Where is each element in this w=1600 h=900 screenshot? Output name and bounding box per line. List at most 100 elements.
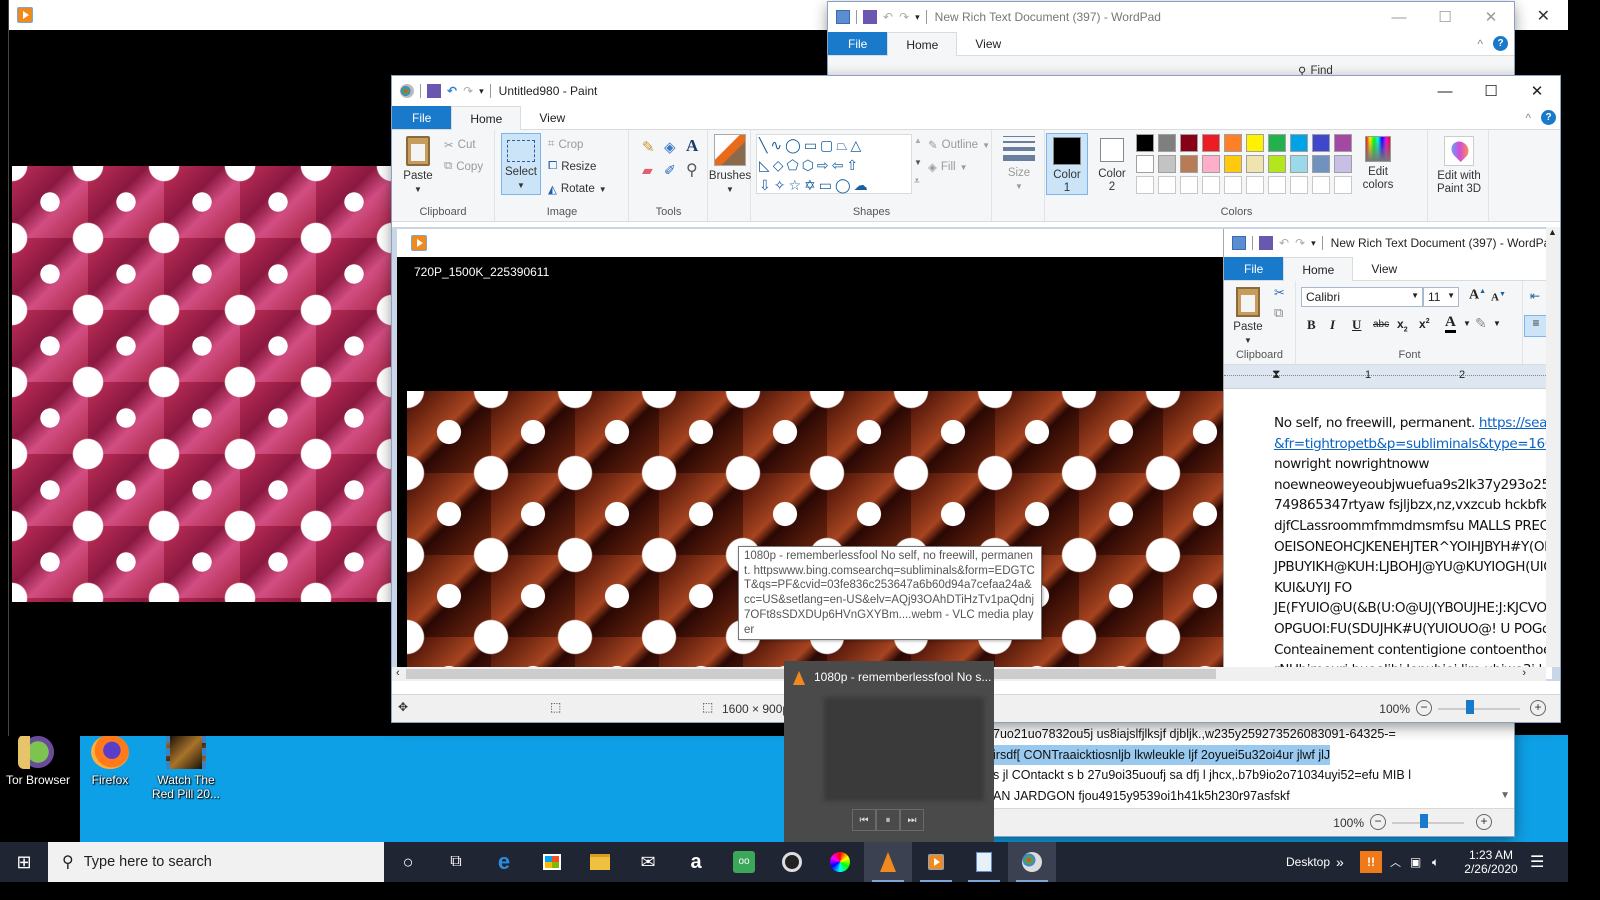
tab-view[interactable]: View <box>521 106 583 129</box>
copy-icon[interactable]: ⧉ <box>1274 305 1283 321</box>
align-left-icon[interactable]: ≡ <box>1524 315 1548 337</box>
palette-custom-swatch[interactable] <box>1246 176 1264 194</box>
help-icon[interactable]: ? <box>1541 110 1556 125</box>
palette-custom-swatch[interactable] <box>1268 176 1286 194</box>
shapes-row[interactable]: ╲∿◯▭▢⏢△ <box>759 135 911 155</box>
select-button[interactable]: Select ▼ <box>501 133 541 195</box>
close-button[interactable]: ✕ <box>1468 2 1514 32</box>
grow-font-icon[interactable]: A▲ <box>1469 287 1486 304</box>
minimize-button[interactable]: — <box>1376 2 1422 32</box>
taskbar-mail[interactable]: ✉ <box>624 842 672 882</box>
taskbar-paint[interactable] <box>1008 842 1056 882</box>
vlc-titlebar[interactable] <box>9 0 840 30</box>
action-center[interactable]: ☰ <box>1530 842 1544 882</box>
undo-icon[interactable]: ↶ <box>883 10 893 24</box>
outline-button[interactable]: ✎ Outline ▼ <box>928 138 990 152</box>
maximize-button[interactable]: ☐ <box>1468 76 1514 106</box>
palette-color-swatch[interactable] <box>1246 134 1264 152</box>
save-icon[interactable] <box>1259 236 1273 250</box>
redo-icon[interactable]: ↷ <box>899 10 909 24</box>
doc-hyperlink[interactable]: https://sea <box>1479 415 1548 431</box>
taskbar-color-app[interactable] <box>816 842 864 882</box>
minimize-button[interactable]: — <box>1422 76 1468 106</box>
toolbar-expand[interactable]: » <box>1336 842 1344 882</box>
zoom-in-button[interactable]: + <box>1476 814 1492 830</box>
tab-file[interactable]: File <box>1224 257 1284 280</box>
indent-marker-icon[interactable]: ⧗ <box>1272 367 1280 382</box>
indent-icon[interactable]: ⇤ <box>1530 289 1540 303</box>
palette-color-swatch[interactable] <box>1202 155 1220 173</box>
desktop-icon-tor-browser[interactable]: Tor Browser <box>0 735 76 787</box>
eraser-icon[interactable]: ▰ <box>642 162 653 179</box>
edit-colors-button[interactable]: Edit colors <box>1358 136 1398 192</box>
fill-bucket-icon[interactable]: ◈ <box>664 138 676 156</box>
maximize-button[interactable]: ☐ <box>1422 2 1468 32</box>
scroll-right-icon[interactable]: › <box>1522 667 1526 679</box>
scroll-down-icon[interactable]: ▼ <box>914 158 922 167</box>
qat-dropdown-icon[interactable]: ▾ <box>915 12 920 23</box>
wordpad-back-titlebar[interactable]: ↶ ↷ ▾ New Rich Text Document (397) - Wor… <box>828 2 1514 32</box>
palette-color-swatch[interactable] <box>1158 155 1176 173</box>
save-icon[interactable] <box>863 10 877 24</box>
palette-color-swatch[interactable] <box>1158 134 1176 152</box>
vlc-taskbar-thumbnail[interactable]: 1080p - rememberlessfool No s... ⏮ ⏸ ⏭ <box>784 661 994 842</box>
palette-color-swatch[interactable] <box>1312 155 1330 173</box>
superscript-icon[interactable]: x2 <box>1419 317 1430 331</box>
show-hidden-icons[interactable]: ︿ <box>1390 842 1401 882</box>
subscript-icon[interactable]: x2 <box>1397 317 1408 333</box>
shrink-font-icon[interactable]: A▼ <box>1491 290 1506 304</box>
paste-button[interactable]: Paste ▼ <box>1228 287 1268 347</box>
italic-icon[interactable]: I <box>1330 317 1335 333</box>
tab-view[interactable]: View <box>1353 257 1415 280</box>
tab-home[interactable]: Home <box>451 106 522 130</box>
tab-file[interactable]: File <box>392 106 452 129</box>
palette-color-swatch[interactable] <box>1290 134 1308 152</box>
save-icon[interactable] <box>427 84 441 98</box>
doc-hyperlink[interactable]: &fr=tightropetb&p=subliminals&type=16659 <box>1274 436 1552 452</box>
crop-button[interactable]: ⌗ Crop <box>548 138 583 151</box>
pencil-icon[interactable]: ✎ <box>642 138 655 156</box>
shapes-gallery[interactable]: ╲∿◯▭▢⏢△ ◺◇⬠⬡⇨⇦⇧ ⇩✧☆✡▭◯☁ <box>756 134 912 194</box>
palette-color-swatch[interactable] <box>1312 134 1330 152</box>
paste-button[interactable]: Paste ▼ <box>398 136 438 196</box>
taskbar-tripadvisor[interactable]: oo <box>720 842 768 882</box>
edit-with-paint3d-button[interactable]: Edit with Paint 3D <box>1431 136 1487 196</box>
palette-custom-swatch[interactable] <box>1202 176 1220 194</box>
qat-dropdown-icon[interactable]: ▾ <box>479 86 484 97</box>
tray-volume[interactable]: 🔈︎ <box>1432 842 1439 882</box>
zoom-slider-thumb[interactable] <box>1466 700 1474 714</box>
previous-button[interactable]: ⏮ <box>852 809 876 831</box>
scroll-down-icon[interactable]: ▼ <box>1500 790 1510 801</box>
scroll-up-icon[interactable]: ▲ <box>1548 227 1557 237</box>
zoom-in-button[interactable]: + <box>1530 700 1546 716</box>
palette-color-swatch[interactable] <box>1224 155 1242 173</box>
color2-button[interactable]: Color 2 <box>1092 133 1132 194</box>
palette-color-swatch[interactable] <box>1246 155 1264 173</box>
taskbar-amazon[interactable]: a <box>672 842 720 882</box>
redo-icon[interactable]: ↷ <box>1295 236 1305 250</box>
font-name-select[interactable]: Calibri ▼ <box>1301 287 1423 307</box>
cut-icon[interactable]: ✂ <box>1274 285 1285 301</box>
zoom-slider-thumb[interactable] <box>1420 814 1428 828</box>
palette-custom-swatch[interactable] <box>1290 176 1308 194</box>
tray-network[interactable]: ▣ <box>1410 842 1421 882</box>
clock[interactable]: 1:23 AM 2/26/2020 <box>1456 842 1526 882</box>
tab-file[interactable]: File <box>828 32 888 55</box>
resize-button[interactable]: ⧠ Resize <box>548 160 596 173</box>
ruler[interactable]: ⧗ 1 2 <box>1224 365 1552 389</box>
palette-color-swatch[interactable] <box>1268 134 1286 152</box>
strikethrough-icon[interactable]: abc <box>1373 319 1389 330</box>
palette-color-swatch[interactable] <box>1224 134 1242 152</box>
palette-color-swatch[interactable] <box>1180 134 1198 152</box>
cut-button[interactable]: ✂ Cut <box>444 138 476 152</box>
underline-icon[interactable]: U <box>1352 317 1361 333</box>
text-tool-icon[interactable]: A <box>686 136 698 156</box>
palette-color-swatch[interactable] <box>1334 155 1352 173</box>
highlight-icon[interactable]: ✎ <box>1475 315 1487 332</box>
taskbar-task-view[interactable]: ⧉ <box>432 842 480 882</box>
taskbar-cortana[interactable]: ○ <box>384 842 432 882</box>
zoom-slider[interactable] <box>1438 708 1520 710</box>
redo-icon[interactable]: ↷ <box>463 84 473 98</box>
palette-custom-swatch[interactable] <box>1224 176 1242 194</box>
desktop-icon-firefox[interactable]: Firefox <box>72 735 148 787</box>
